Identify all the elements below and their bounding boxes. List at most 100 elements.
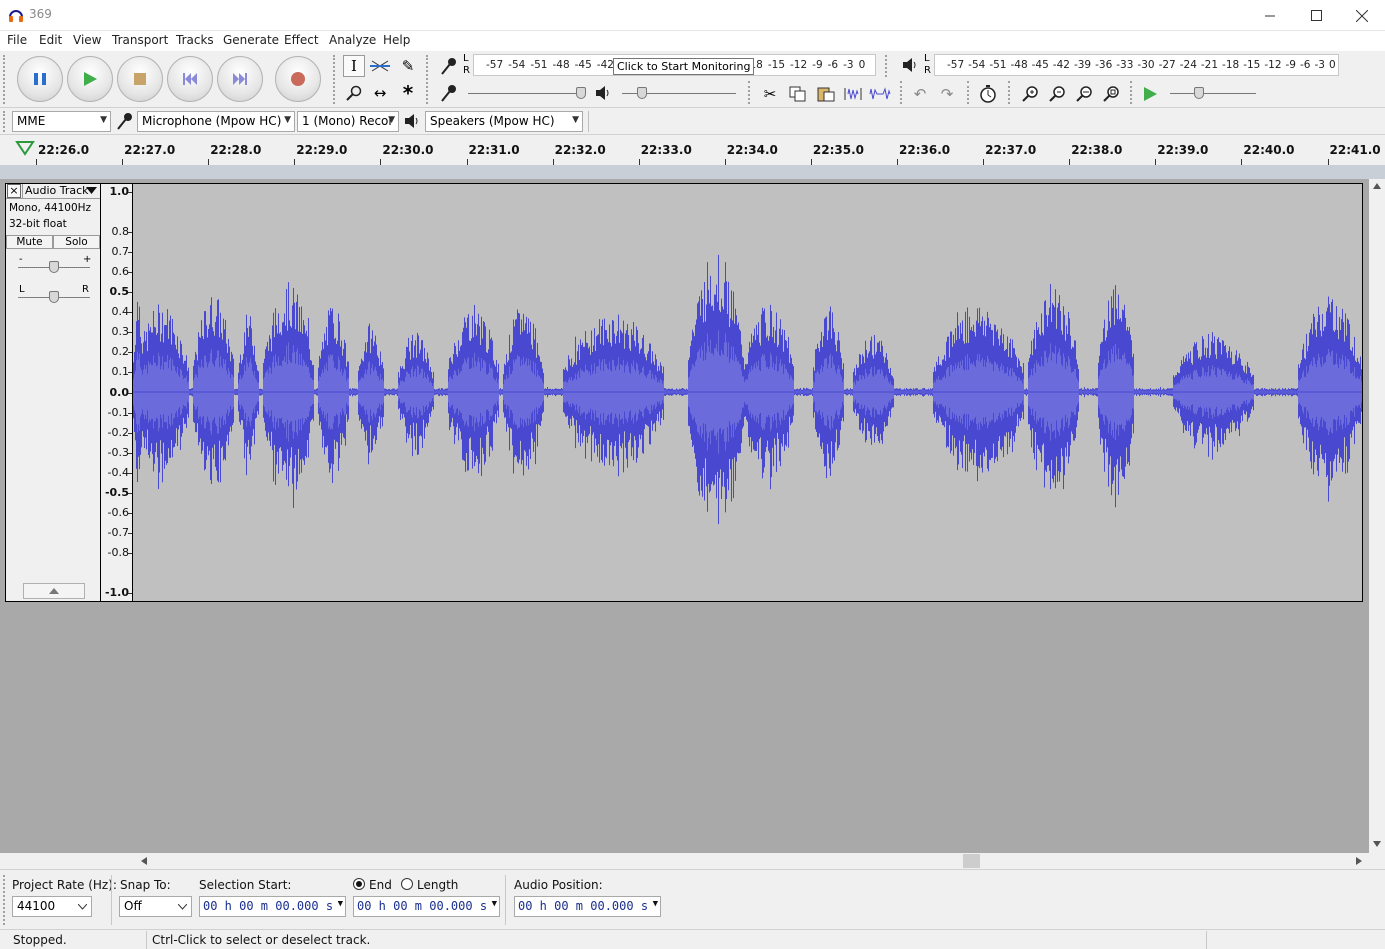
playback-device-select[interactable]: Speakers (Mpow HC) ▼ [425,111,583,132]
slider-thumb[interactable] [49,261,59,273]
stop-button[interactable] [117,56,163,102]
chevron-down-icon: ▼ [388,115,395,125]
scroll-thumb[interactable] [963,854,980,868]
toolbar-grip[interactable] [426,55,431,104]
solo-button[interactable]: Solo [53,235,100,249]
track-close-button[interactable]: × [7,184,21,198]
copy-button[interactable] [787,83,809,105]
toolbar-grip[interactable] [1130,81,1135,104]
horizontal-scrollbar[interactable] [0,853,1385,869]
toolbar-grip[interactable] [333,55,338,104]
draw-tool[interactable]: ✎ [397,55,419,77]
mute-button[interactable]: Mute [6,235,53,249]
track-menu-button[interactable]: Audio Track [22,184,100,199]
toolbar-grip[interactable] [3,111,8,132]
envelope-tool[interactable] [369,55,391,77]
waveform[interactable] [133,184,1362,601]
pan-slider[interactable] [18,290,90,306]
toolbar-grip[interactable] [3,55,8,104]
sync-lock-button[interactable] [977,83,999,105]
waveform-area[interactable] [132,183,1363,602]
paste-button[interactable] [815,83,837,105]
menu-file[interactable]: File [7,33,27,47]
scroll-down-icon[interactable] [1373,841,1381,847]
ruler-time-label: 22:27.0 [124,143,176,157]
slider-thumb[interactable] [49,291,59,303]
monitoring-tooltip: Click to Start Monitoring [613,58,755,75]
menu-help[interactable]: Help [383,33,410,47]
vertical-scrollbar[interactable] [1369,179,1385,853]
menu-transport[interactable]: Transport [112,33,168,47]
toolbar-grip[interactable] [885,55,890,77]
zoom-tool[interactable] [343,82,365,104]
menu-view[interactable]: View [73,33,101,47]
play-speed-slider[interactable] [1170,85,1260,105]
snap-to-value: Off [124,899,142,913]
gain-slider[interactable] [18,260,90,276]
trim-button[interactable] [842,83,864,105]
zoom-out-button[interactable] [1046,83,1068,105]
amplitude-label: -0.5 [104,485,129,499]
timeline-quick-play-band[interactable] [0,165,1385,179]
maximize-button[interactable] [1293,0,1339,31]
close-window-button[interactable] [1339,0,1385,31]
length-radio[interactable] [401,878,413,890]
record-meter-mic-icon[interactable] [439,56,459,79]
length-radio-label: Length [417,878,459,892]
skip-to-start-button[interactable] [167,56,213,102]
toolbar-grip[interactable] [1008,81,1013,104]
menu-tracks[interactable]: Tracks [176,33,214,47]
collapse-track-button[interactable] [23,583,85,599]
redo-button[interactable]: ↷ [936,83,958,105]
scroll-left-icon[interactable] [141,857,147,865]
toolbar-grip[interactable] [748,81,753,104]
audio-position-time[interactable]: 00 h 00 m 00.000 s ▼ [514,896,661,917]
menu-effect[interactable]: Effect [284,33,319,47]
scroll-right-icon[interactable] [1356,857,1362,865]
skip-to-end-button[interactable] [217,56,263,102]
pause-button[interactable] [17,56,63,102]
fit-selection-button[interactable] [1073,83,1095,105]
snap-to-select[interactable]: Off [119,896,192,917]
multi-tool[interactable]: * [397,81,419,105]
menu-edit[interactable]: Edit [39,33,62,47]
menu-generate[interactable]: Generate [223,33,279,47]
record-button[interactable] [275,56,321,102]
play-head-marker-icon[interactable] [15,140,35,156]
recording-channels-value: 1 (Mono) Recor [302,114,394,128]
toolbar-grip[interactable] [3,875,8,925]
project-rate-select[interactable]: 44100 [12,896,92,917]
recording-channels-select[interactable]: 1 (Mono) Recor ▼ [297,111,399,132]
cut-button[interactable]: ✂ [759,83,781,105]
zoom-in-button[interactable] [1019,83,1041,105]
end-radio[interactable] [353,878,365,890]
toolbar-grip[interactable] [900,81,905,104]
play-button[interactable] [67,56,113,102]
play-meter[interactable]: -57 -54 -51 -48 -45 -42 -39 -36 -33 -30 … [934,54,1339,76]
audio-host-select[interactable]: MME ▼ [12,111,111,132]
slider-thumb[interactable] [1194,87,1204,99]
input-volume-slider[interactable] [468,85,588,105]
timeline-ruler[interactable]: 22:26.0 22:27.0 22:28.0 22:29.0 22:30.0 22:31… [0,135,1385,165]
selection-tool[interactable]: I [343,55,365,77]
toolbar-grip[interactable] [967,81,972,104]
menu-analyze[interactable]: Analyze [329,33,376,47]
time-shift-tool[interactable]: ↔ [369,82,391,104]
meter-tick-label: -48 [1010,59,1028,71]
scroll-up-icon[interactable] [1373,183,1381,189]
selection-end-time[interactable]: 00 h 00 m 00.000 s ▼ [353,896,500,917]
vertical-amplitude-ruler[interactable]: 1.0 0.8 0.7 0.6 0.5 0.4 0.3 0.2 0.1 0.0 -0.1 -0.2 -0… [101,183,132,602]
selection-start-time[interactable]: 00 h 00 m 00.000 s ▼ [199,896,346,917]
slider-thumb[interactable] [576,87,586,99]
slider-thumb[interactable] [637,87,647,99]
play-meter-speaker-icon[interactable] [902,57,918,76]
amplitude-label: -0.2 [107,425,129,439]
silence-button[interactable] [869,83,891,105]
minimize-button[interactable] [1247,0,1293,31]
output-volume-slider[interactable] [622,85,740,105]
play-at-speed-button[interactable] [1139,83,1161,105]
ruler-time-label: 22:29.0 [296,143,348,157]
fit-project-button[interactable] [1100,83,1122,105]
recording-device-select[interactable]: Microphone (Mpow HC) ▼ [137,111,295,132]
undo-button[interactable]: ↶ [909,83,931,105]
